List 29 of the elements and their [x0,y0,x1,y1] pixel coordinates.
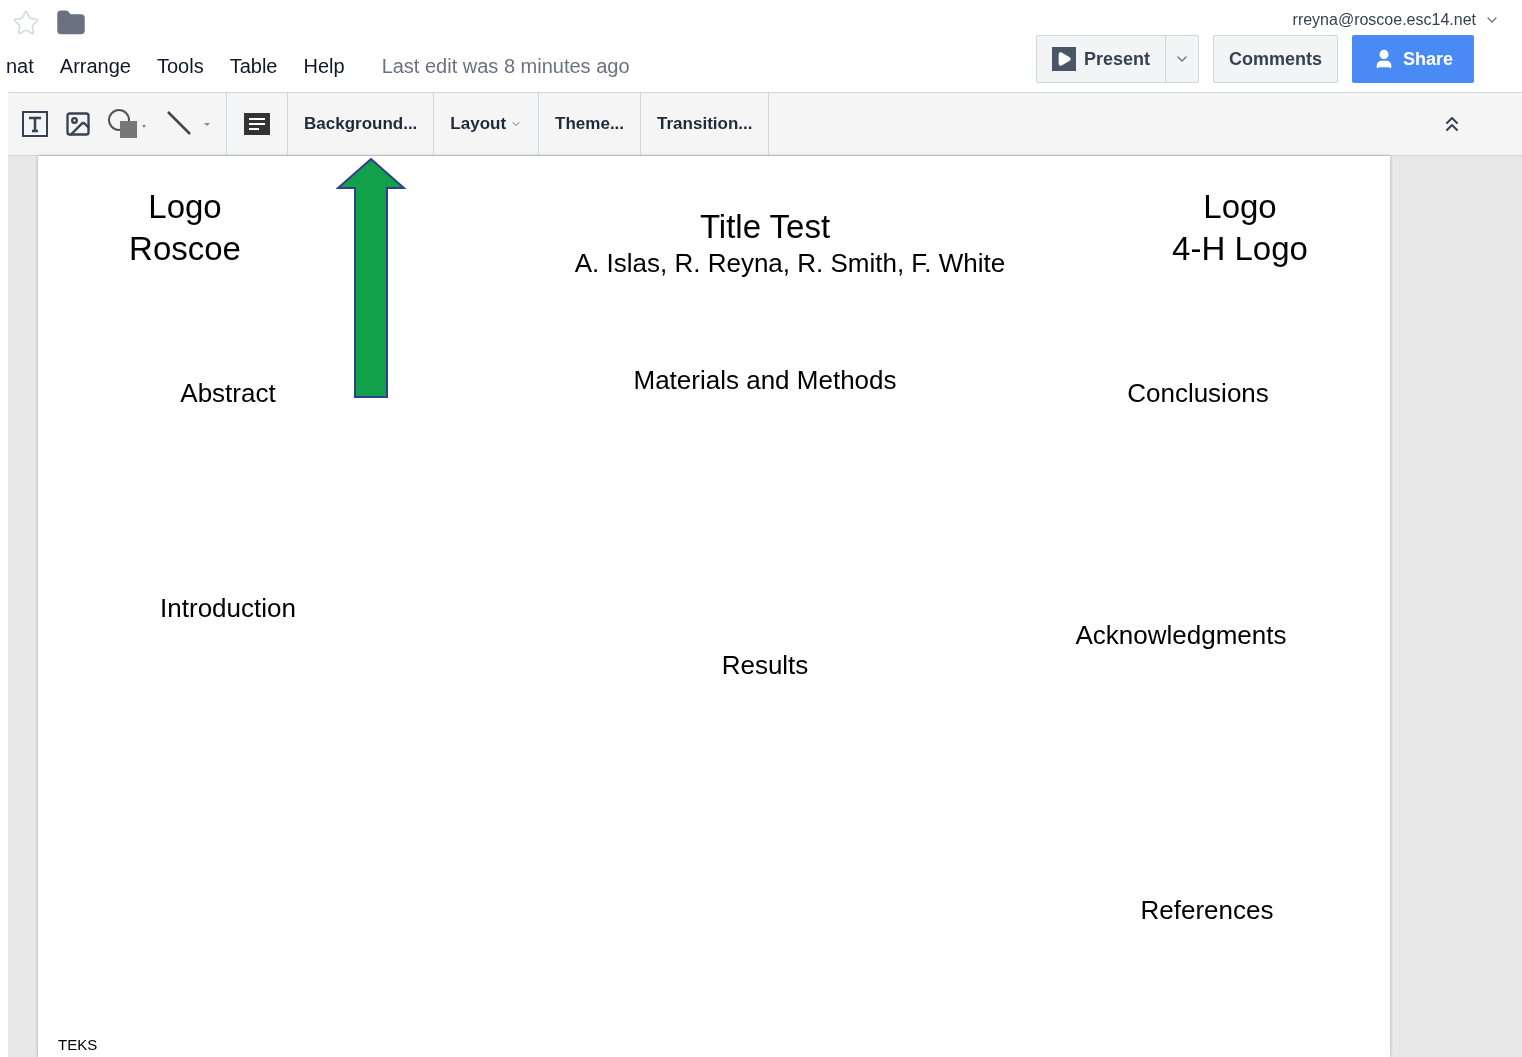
text-box-icon[interactable] [20,109,50,139]
slide-text: Conclusions [1127,377,1269,410]
toolbar-button[interactable]: Theme... [539,93,642,155]
slide-text: References [1140,894,1274,927]
slide-text: A. Islas, R. Reyna, R. Smith, F. White [574,247,1006,280]
comments-button[interactable]: Comments [1213,35,1338,83]
last-edit-status[interactable]: Last edit was 8 minutes ago [381,51,630,81]
slide-text: Logo Roscoe [129,187,241,269]
menu-item[interactable]: Help [290,51,358,81]
account-email[interactable]: rreyna@roscoe.esc14.net [1292,8,1476,32]
menu-item[interactable]: Tools [143,51,217,81]
toolbar-button[interactable]: Transition... [641,93,770,155]
star-icon[interactable] [12,9,40,37]
image-icon[interactable] [64,110,92,138]
slide-text: TEKS [58,1036,98,1054]
toolbar-button[interactable]: Background... [288,93,435,155]
menu-item[interactable]: Table [216,51,291,81]
menu-item[interactable]: Arrange [46,51,144,81]
slide-text: Materials and Methods [633,364,897,397]
slide-text: Logo 4-H Logo [1172,187,1308,269]
slide-text: Results [721,649,809,682]
slide-text: Abstract [180,377,276,410]
slide-text: Title Test [699,207,831,247]
toolbar-button[interactable]: Layout [434,93,540,155]
menu-item[interactable]: nat [0,51,47,81]
play-icon [1051,47,1076,71]
speaker-notes-icon[interactable] [243,112,271,136]
slide-text: Acknowledgments [1075,619,1287,652]
slide-text: Introduction [160,592,296,625]
